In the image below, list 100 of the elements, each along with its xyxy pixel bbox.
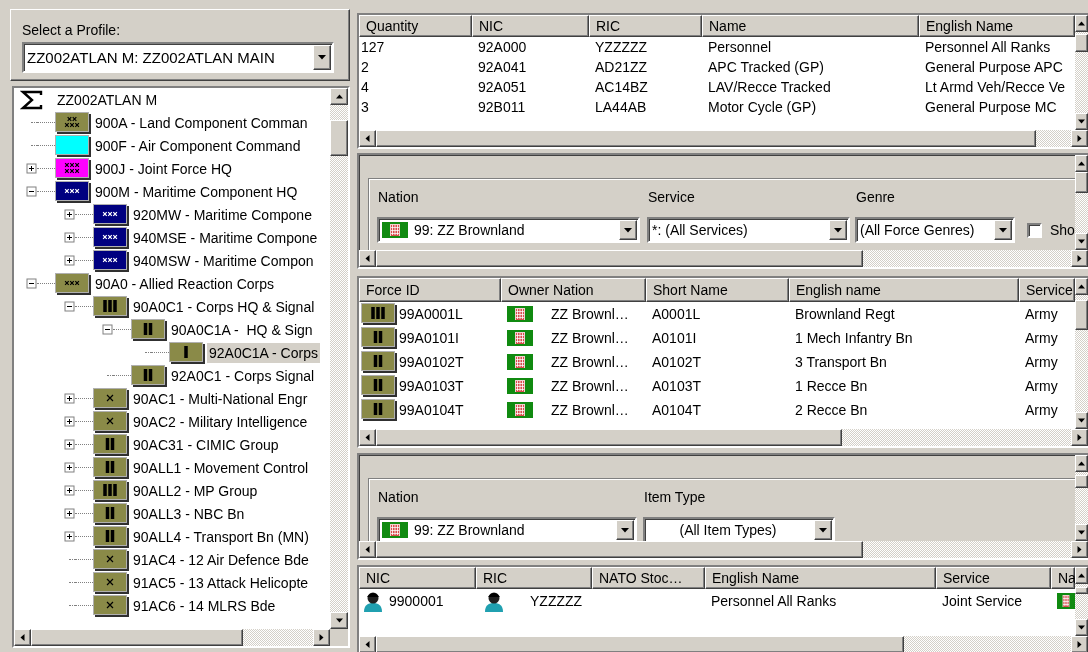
column-header[interactable]: NATO Stoc… bbox=[592, 567, 705, 589]
expand-toggle[interactable] bbox=[64, 232, 75, 243]
scrollbar-thumb[interactable] bbox=[1075, 474, 1088, 488]
tree-item[interactable]: 90ALL4 - Transport Bn (MN) bbox=[131, 526, 311, 547]
dropdown[interactable]: (All Force Genres) bbox=[855, 217, 1015, 243]
column-header[interactable]: RIC bbox=[589, 15, 702, 37]
scroll-up-button[interactable] bbox=[1075, 455, 1088, 472]
column-header[interactable]: English name bbox=[789, 278, 1019, 302]
expand-toggle[interactable] bbox=[64, 255, 75, 266]
expand-toggle[interactable] bbox=[64, 508, 75, 519]
scroll-down-button[interactable] bbox=[330, 612, 348, 629]
scroll-up-button[interactable] bbox=[330, 88, 348, 105]
flag-icon bbox=[382, 522, 408, 538]
expand-toggle[interactable] bbox=[64, 416, 75, 427]
scrollbar-thumb[interactable] bbox=[376, 541, 863, 558]
column-header[interactable]: Service bbox=[1019, 278, 1075, 302]
tree-item[interactable]: 920MW - Maritime Compone bbox=[131, 204, 314, 225]
expand-toggle[interactable] bbox=[64, 439, 75, 450]
dropdown[interactable]: *: (All Services) bbox=[647, 217, 850, 243]
scroll-right-button[interactable] bbox=[1071, 636, 1088, 652]
tree-item[interactable]: 91AC6 - 14 MLRS Bde bbox=[131, 595, 278, 616]
scrollbar-thumb[interactable] bbox=[330, 120, 348, 156]
tree-item[interactable]: 940MSE - Maritime Compone bbox=[131, 227, 320, 248]
expand-toggle[interactable] bbox=[64, 301, 75, 312]
dropdown[interactable]: 99: ZZ Brownland bbox=[377, 517, 637, 541]
expand-toggle[interactable] bbox=[26, 186, 37, 197]
column-header[interactable]: Name bbox=[702, 15, 919, 37]
tree-item[interactable]: 90A0 - Allied Reaction Corps bbox=[93, 273, 276, 294]
table-cell: General Purpose MC bbox=[925, 99, 1057, 115]
scroll-left-button[interactable] bbox=[14, 629, 31, 646]
scroll-left-button[interactable] bbox=[359, 130, 376, 147]
expand-toggle[interactable] bbox=[64, 531, 75, 542]
column-header[interactable]: Short Name bbox=[646, 278, 789, 302]
tree-item[interactable]: 90A0C1A - HQ & Sign bbox=[169, 319, 315, 340]
scroll-right-button[interactable] bbox=[1071, 250, 1088, 267]
table-cell: 1 Recce Bn bbox=[795, 378, 868, 394]
expand-toggle[interactable] bbox=[64, 462, 75, 473]
column-header[interactable]: Owner Nation bbox=[501, 278, 646, 302]
scroll-up-button[interactable] bbox=[1075, 278, 1088, 295]
scroll-up-button[interactable] bbox=[1075, 567, 1088, 584]
column-header[interactable]: NIC bbox=[472, 15, 589, 37]
scroll-right-button[interactable] bbox=[313, 629, 330, 646]
expand-toggle[interactable] bbox=[102, 324, 113, 335]
scroll-left-button[interactable] bbox=[359, 250, 376, 267]
tree-item[interactable]: 90AC1 - Multi-National Engr bbox=[131, 388, 310, 409]
expand-toggle[interactable] bbox=[26, 278, 37, 289]
tree-item[interactable]: 90ALL3 - NBC Bn bbox=[131, 503, 247, 524]
scrollbar-thumb[interactable] bbox=[376, 636, 905, 652]
tree-item[interactable]: 90AC2 - Military Intelligence bbox=[131, 411, 310, 432]
scrollbar-thumb[interactable] bbox=[1075, 172, 1088, 194]
scrollbar-thumb[interactable] bbox=[1075, 586, 1088, 595]
scroll-left-button[interactable] bbox=[359, 429, 376, 446]
scroll-down-button[interactable] bbox=[1075, 524, 1088, 541]
tree-item[interactable]: ZZ002ATLAN M bbox=[55, 89, 160, 110]
scrollbar-thumb[interactable] bbox=[376, 429, 842, 446]
dropdown[interactable]: ZZ002ATLAN M: ZZ002ATLAN MAIN bbox=[22, 42, 334, 73]
checkbox[interactable] bbox=[1027, 222, 1042, 238]
scroll-left-button[interactable] bbox=[359, 636, 376, 652]
scroll-right-button[interactable] bbox=[1071, 429, 1088, 446]
scroll-up-button[interactable] bbox=[1075, 15, 1088, 32]
tree-item[interactable]: 90AC31 - CIMIC Group bbox=[131, 434, 281, 455]
table-cell: YZZZZZ bbox=[530, 593, 583, 609]
tree-item[interactable]: 900A - Land Component Comman bbox=[93, 112, 310, 133]
scrollbar-thumb[interactable] bbox=[376, 250, 863, 267]
column-header[interactable]: NIC bbox=[359, 567, 476, 589]
scroll-down-button[interactable] bbox=[1075, 113, 1088, 130]
scroll-down-button[interactable] bbox=[1075, 619, 1088, 636]
dropdown[interactable]: 99: ZZ Brownland bbox=[377, 217, 640, 243]
scrollbar-thumb[interactable] bbox=[1075, 299, 1088, 331]
column-header[interactable]: Service bbox=[936, 567, 1051, 589]
tree-item[interactable]: 900M - Maritime Component HQ bbox=[93, 181, 300, 202]
column-header[interactable]: English Name bbox=[705, 567, 936, 589]
scroll-down-button[interactable] bbox=[1075, 233, 1088, 250]
tree-item[interactable]: 90ALL1 - Movement Control bbox=[131, 457, 311, 478]
tree-item[interactable]: 91AC5 - 13 Attack Helicopte bbox=[131, 572, 311, 593]
tree-item[interactable]: 90A0C1 - Corps HQ & Signal bbox=[131, 296, 317, 317]
tree-item[interactable]: 91AC4 - 12 Air Defence Bde bbox=[131, 549, 311, 570]
scrollbar-thumb[interactable] bbox=[31, 629, 243, 646]
expand-toggle[interactable] bbox=[64, 485, 75, 496]
scroll-right-button[interactable] bbox=[1071, 130, 1088, 147]
column-header[interactable]: Quantity bbox=[359, 15, 472, 37]
scroll-left-button[interactable] bbox=[359, 541, 376, 558]
scroll-right-button[interactable] bbox=[1071, 541, 1088, 558]
scrollbar-thumb[interactable] bbox=[1075, 33, 1088, 53]
column-header[interactable]: English Name bbox=[919, 15, 1075, 37]
expand-toggle[interactable] bbox=[64, 209, 75, 220]
tree-item[interactable]: 92A0C1A - Corps bbox=[207, 342, 320, 363]
tree-item[interactable]: 92A0C1 - Corps Signal bbox=[169, 365, 317, 386]
scroll-up-button[interactable] bbox=[1075, 155, 1088, 172]
dropdown[interactable]: (All Item Types) bbox=[643, 517, 835, 541]
column-header[interactable]: Force ID bbox=[359, 278, 501, 302]
tree-item[interactable]: 940MSW - Maritime Compon bbox=[131, 250, 316, 271]
tree-item[interactable]: 90ALL2 - MP Group bbox=[131, 480, 260, 501]
down-arrow-icon bbox=[1078, 417, 1085, 424]
column-header[interactable]: RIC bbox=[476, 567, 592, 589]
scroll-down-button[interactable] bbox=[1075, 412, 1088, 429]
tree-item[interactable]: 900F - Air Component Command bbox=[93, 135, 303, 156]
expand-toggle[interactable] bbox=[26, 163, 37, 174]
tree-item[interactable]: 900J - Joint Force HQ bbox=[93, 158, 234, 179]
expand-toggle[interactable] bbox=[64, 393, 75, 404]
